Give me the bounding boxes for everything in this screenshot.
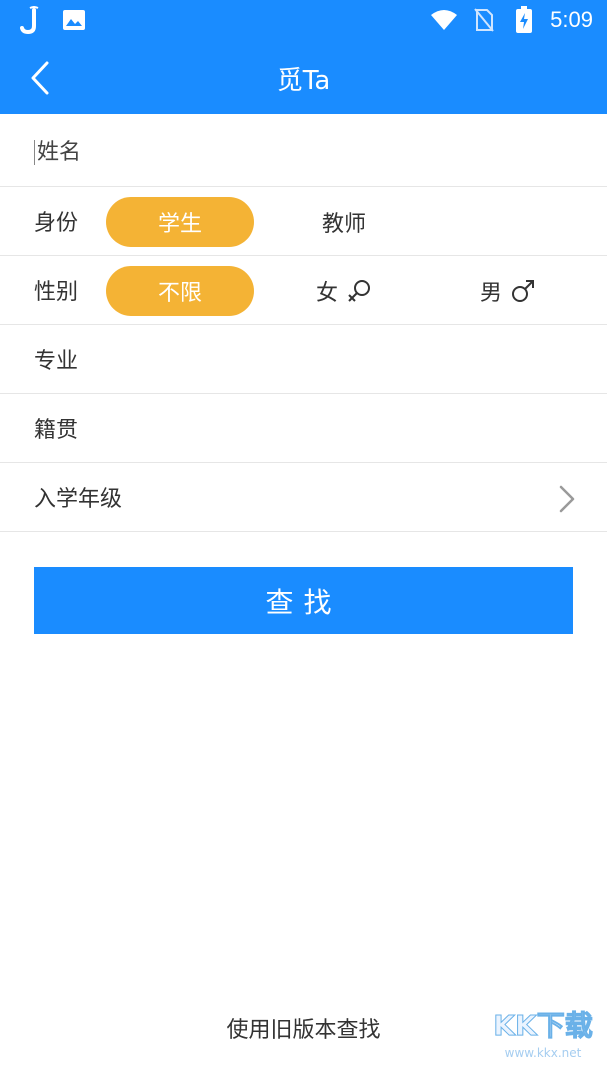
identity-row: 身份 学生 教师 <box>0 187 607 256</box>
app-bar: 觅Ta <box>0 42 607 114</box>
no-sim-icon <box>470 6 498 34</box>
gender-option-female-label: 女 <box>315 281 338 306</box>
chevron-right-icon <box>559 485 575 513</box>
hometown-label: 籍贯 <box>34 418 79 443</box>
watermark-url: www.kkx.net <box>504 1046 582 1060</box>
gender-option-any[interactable]: 不限 <box>106 266 254 316</box>
name-row <box>0 118 607 187</box>
major-row[interactable]: 专业 <box>0 325 607 394</box>
search-form: 身份 学生 教师 性别 不限 女 男 专业 籍贯 入学年级 <box>0 118 607 532</box>
enrollment-label: 入学年级 <box>34 487 123 512</box>
wifi-icon <box>430 6 458 34</box>
j-app-icon <box>18 6 46 34</box>
gender-row: 性别 不限 女 男 <box>0 256 607 325</box>
watermark: KK下载 www.kkx.net <box>483 1004 603 1076</box>
enrollment-row[interactable]: 入学年级 <box>0 463 607 532</box>
hometown-row[interactable]: 籍贯 <box>0 394 607 463</box>
search-button[interactable]: 查找 <box>34 567 573 634</box>
identity-label: 身份 <box>34 211 79 236</box>
gender-option-female[interactable]: 女 <box>270 266 418 316</box>
back-button[interactable] <box>20 58 60 98</box>
gender-option-male[interactable]: 男 <box>434 266 582 316</box>
battery-charging-icon <box>510 6 538 34</box>
major-label: 专业 <box>34 349 79 374</box>
status-bar: 5:09 <box>0 0 607 42</box>
identity-option-student[interactable]: 学生 <box>106 197 254 247</box>
gender-option-male-label: 男 <box>479 281 502 306</box>
status-time: 5:09 <box>550 7 593 32</box>
page-title: 觅Ta <box>276 65 331 96</box>
watermark-logo: KK下载 <box>493 1009 593 1043</box>
image-icon <box>60 6 88 34</box>
male-icon <box>512 280 534 302</box>
chevron-left-icon <box>31 61 49 95</box>
gender-label: 性别 <box>34 280 79 305</box>
name-input[interactable] <box>34 139 574 165</box>
female-icon <box>348 280 370 302</box>
identity-option-teacher[interactable]: 教师 <box>270 197 418 247</box>
